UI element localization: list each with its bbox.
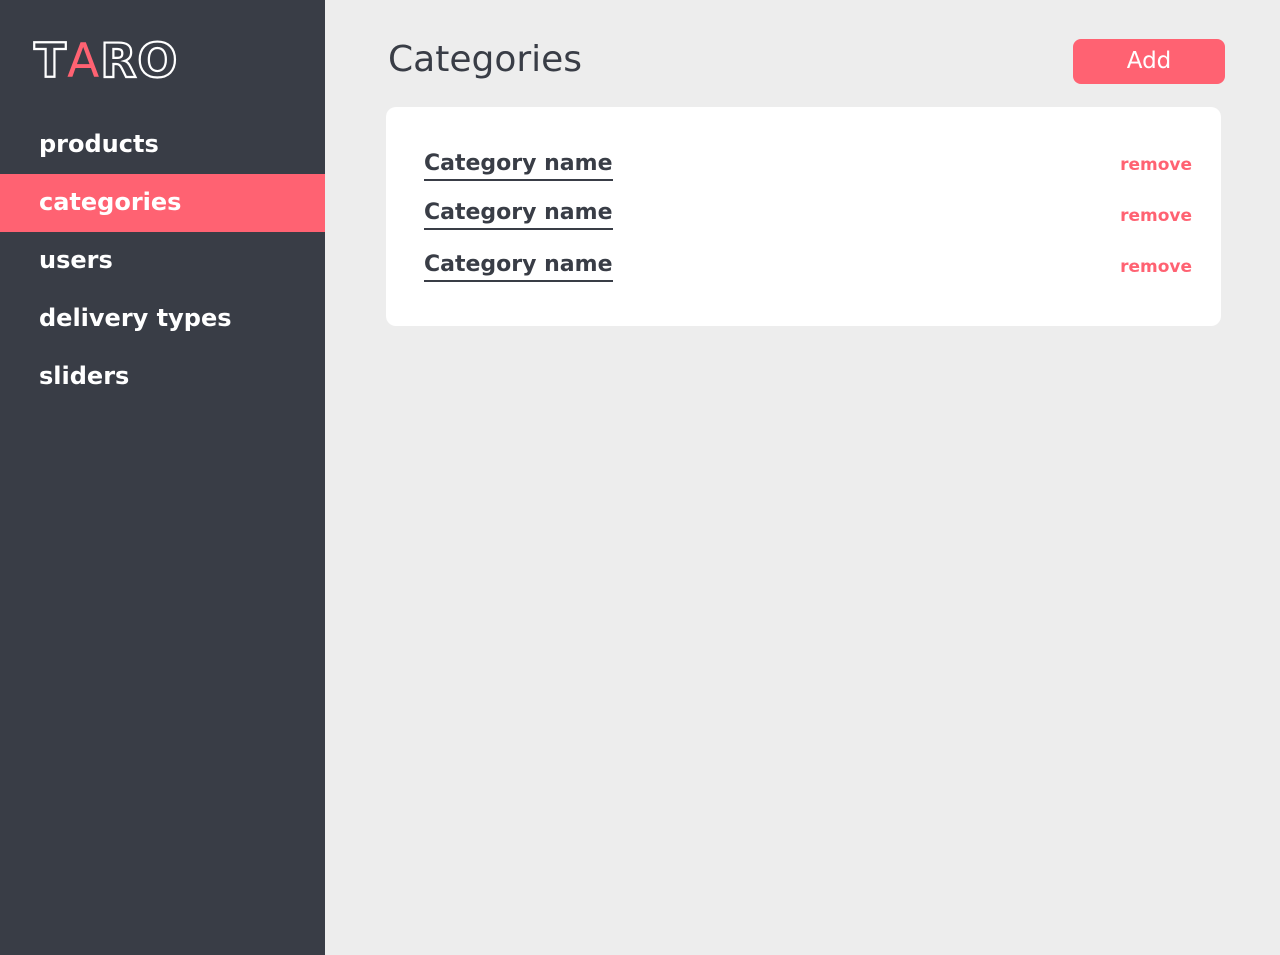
- sidebar: TARO products categories users delivery …: [0, 0, 325, 955]
- page-title: Categories: [388, 39, 583, 80]
- sidebar-item-delivery-types[interactable]: delivery types: [0, 290, 325, 348]
- remove-button[interactable]: remove: [1120, 153, 1192, 177]
- sidebar-item-products[interactable]: products: [0, 116, 325, 174]
- sidebar-item-sliders[interactable]: sliders: [0, 348, 325, 406]
- category-name-link[interactable]: Category name: [424, 250, 613, 282]
- remove-button[interactable]: remove: [1120, 255, 1192, 279]
- categories-card: Category name remove Category name remov…: [386, 107, 1221, 326]
- sidebar-nav: products categories users delivery types…: [0, 116, 325, 406]
- category-name-link[interactable]: Category name: [424, 149, 613, 181]
- sidebar-item-categories[interactable]: categories: [0, 174, 325, 232]
- logo-letters-ro: RO: [99, 33, 179, 90]
- category-name-link[interactable]: Category name: [424, 198, 613, 230]
- logo-letter-t: T: [33, 33, 68, 90]
- list-item: Category name remove: [424, 250, 1192, 282]
- list-item: Category name remove: [424, 198, 1192, 230]
- add-button[interactable]: Add: [1073, 39, 1225, 84]
- taro-logo[interactable]: TARO: [33, 33, 179, 90]
- remove-button[interactable]: remove: [1120, 204, 1192, 228]
- logo-letter-a: A: [67, 34, 101, 89]
- sidebar-item-users[interactable]: users: [0, 232, 325, 290]
- list-item: Category name remove: [424, 149, 1192, 181]
